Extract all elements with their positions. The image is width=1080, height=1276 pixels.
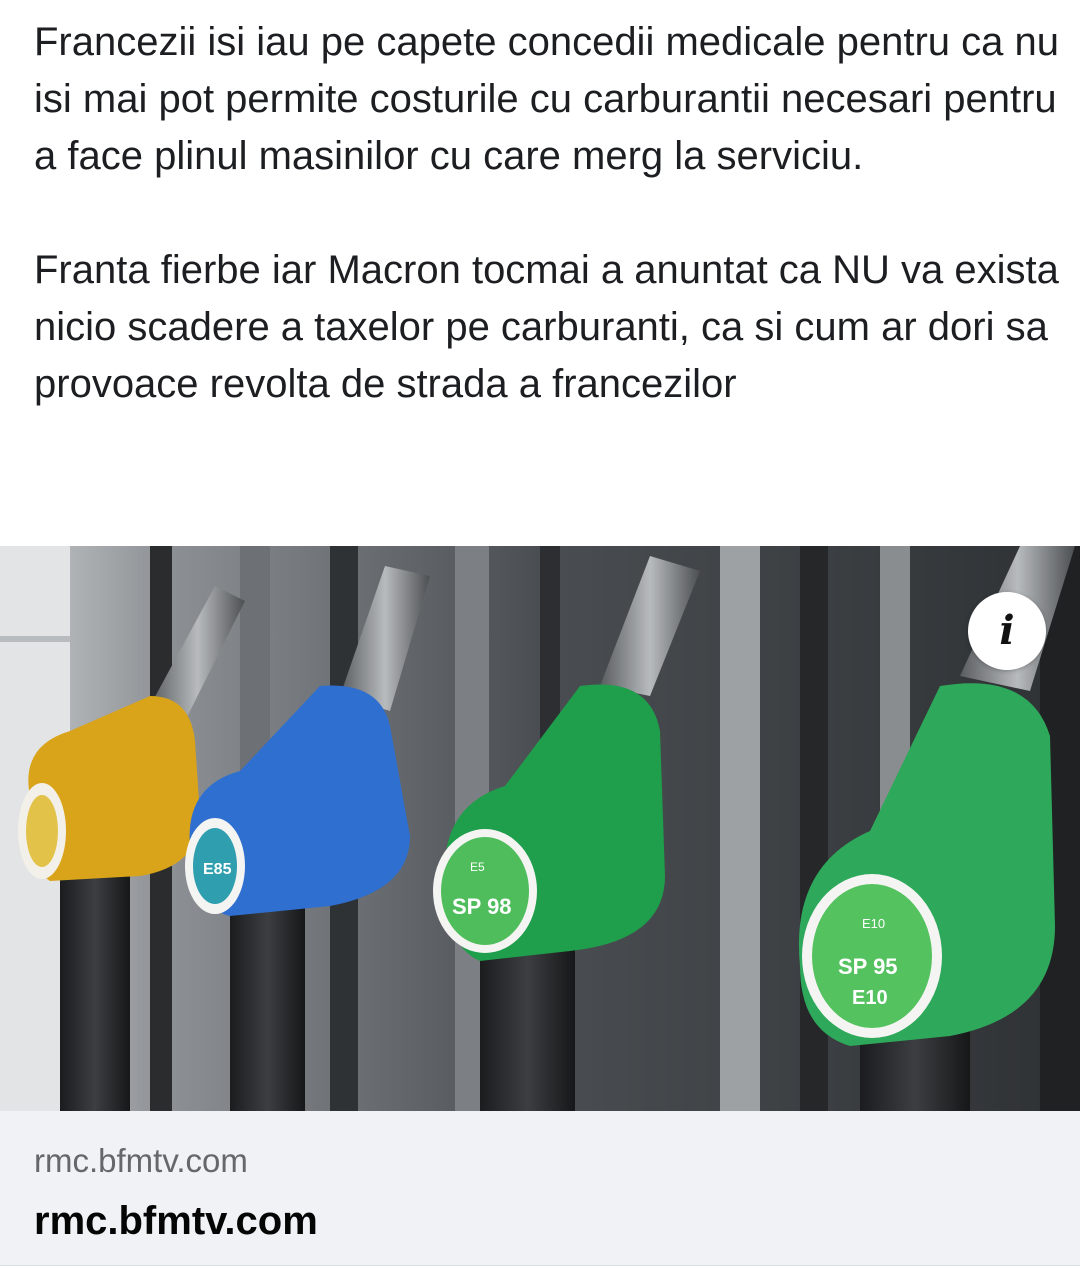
info-button[interactable]: i [968, 592, 1046, 670]
link-preview-image[interactable]: E85 E5 SP 98 E10 SP 95 E10 i [0, 546, 1080, 1111]
bottom-spacer [0, 1266, 1080, 1276]
post-paragraph-2: Franta fierbe iar Macron tocmai a anunta… [34, 248, 1059, 406]
fuel-pumps-photo: E85 E5 SP 98 E10 SP 95 E10 [0, 546, 1080, 1111]
nozzle-label-sp95: SP 95 [838, 954, 898, 979]
nozzle-sublabel-e10-top: E10 [862, 916, 885, 931]
post-paragraph-1: Francezii isi iau pe capete concedii med… [34, 20, 1060, 178]
info-icon: i [999, 607, 1015, 654]
link-preview-card[interactable]: E85 E5 SP 98 E10 SP 95 E10 i rmc.bfmtv.c… [0, 546, 1080, 1266]
nozzle-label-e85: E85 [203, 861, 232, 878]
nozzle-sublabel-e10: E10 [852, 987, 888, 1009]
link-domain: rmc.bfmtv.com [34, 1142, 248, 1179]
post-text: Francezii isi iau pe capete concedii med… [34, 14, 1064, 413]
facebook-post: Francezii isi iau pe capete concedii med… [0, 0, 1080, 1276]
nozzle-sublabel-e5: E5 [470, 860, 485, 874]
link-preview-meta[interactable]: rmc.bfmtv.com rmc.bfmtv.com [0, 1111, 1080, 1266]
link-title[interactable]: rmc.bfmtv.com [34, 1197, 318, 1245]
nozzle-label-sp98: SP 98 [452, 894, 512, 919]
